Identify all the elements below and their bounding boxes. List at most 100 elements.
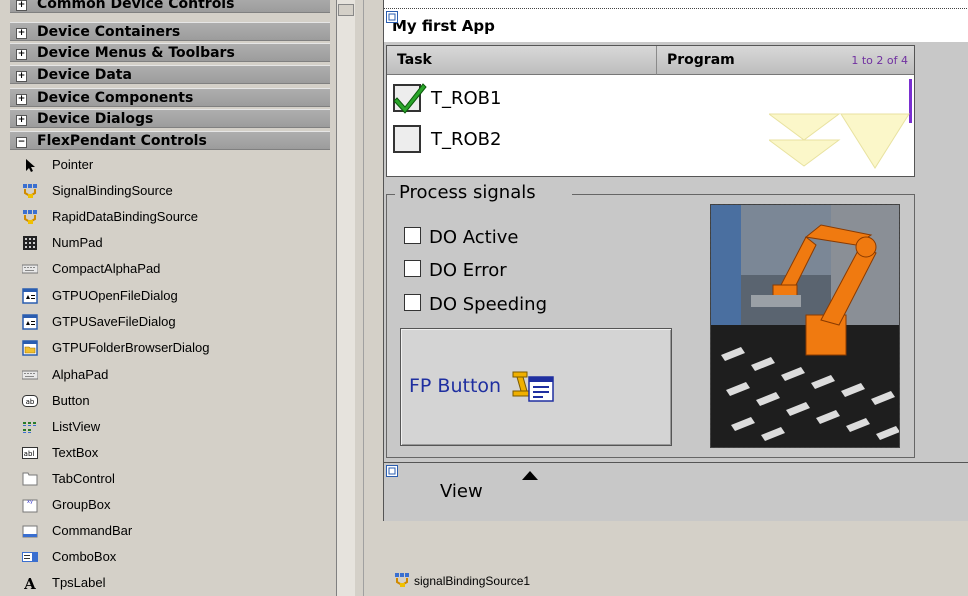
category-label: Device Containers: [37, 24, 181, 40]
toolbox-panel: + Common Device Controls + Device Containe…: [0, 0, 334, 596]
flexpendant-button-icon: [512, 371, 554, 402]
designer-surface: My first App Task Program 1 to 2 of 4 T_…: [364, 0, 968, 596]
item-label: T_ROB2: [431, 129, 502, 150]
toolbox-item-gtpusavefiledialog[interactable]: GTPUSaveFileDialog: [22, 309, 322, 335]
command-bar[interactable]: View: [384, 462, 968, 521]
checkbox-do-active[interactable]: DO Active: [404, 226, 518, 250]
toolbox-item-signalbindingsource[interactable]: SignalBindingSource: [22, 178, 322, 204]
toolbox-item-gtpufolderbrowserdialog[interactable]: GTPUFolderBrowserDialog: [22, 335, 322, 361]
toolbox-item-numpad[interactable]: NumPad: [22, 230, 322, 256]
toolbox-item-tabcontrol[interactable]: TabControl: [22, 466, 322, 492]
tray-component-label: signalBindingSource1: [414, 574, 531, 588]
pointer-icon: [26, 159, 35, 172]
expand-icon[interactable]: +: [16, 115, 27, 126]
category-label: FlexPendant Controls: [37, 133, 207, 149]
task-listview[interactable]: Task Program 1 to 2 of 4 T_ROB1 T_ROB2: [386, 45, 915, 177]
column-header-program[interactable]: Program 1 to 2 of 4: [657, 46, 914, 75]
toolbox-item-listview[interactable]: ListView: [22, 414, 322, 440]
item-label: AlphaPad: [52, 367, 109, 382]
open-file-dialog-icon: [22, 288, 38, 304]
item-label: TpsLabel: [52, 575, 106, 590]
toolbox-item-textbox[interactable]: abl TextBox: [22, 440, 322, 466]
listview-icon: [23, 422, 36, 433]
item-label: ListView: [52, 419, 101, 434]
svg-text:xy: xy: [27, 499, 33, 505]
save-file-dialog-icon: [22, 314, 38, 330]
item-label: TextBox: [52, 445, 99, 460]
rapid-binding-icon: [23, 210, 37, 224]
toolbox-item-groupbox[interactable]: xy GroupBox: [22, 492, 322, 518]
checkbox-box[interactable]: [404, 294, 421, 311]
expand-icon[interactable]: +: [16, 71, 27, 82]
item-label: NumPad: [52, 235, 103, 250]
checkbox-do-error[interactable]: DO Error: [404, 259, 507, 283]
smart-tag-icon[interactable]: [386, 465, 398, 477]
expand-icon[interactable]: +: [16, 94, 27, 105]
toolbox-item-rapiddatabindingsource[interactable]: RapidDataBindingSource: [22, 204, 322, 230]
textbox-icon: abl: [22, 447, 38, 459]
keyboard-icon: [22, 370, 38, 380]
process-signals-groupbox[interactable]: Process signals DO Active DO Error DO Sp…: [386, 182, 915, 458]
category-flexpendant-controls[interactable]: − FlexPendant Controls: [10, 131, 330, 150]
toolbox-item-gtpuopenfiledialog[interactable]: GTPUOpenFileDialog: [22, 283, 322, 309]
header-label: Task: [397, 52, 432, 68]
toolbox-item-tpslabel[interactable]: A TpsLabel: [22, 570, 322, 596]
category-device-dialogs[interactable]: + Device Dialogs: [10, 109, 330, 128]
checkbox-box[interactable]: [404, 260, 421, 277]
label-icon: A: [23, 575, 36, 591]
category-label: Common Device Controls: [37, 0, 235, 12]
robot-image[interactable]: [710, 204, 900, 448]
industrial-robot-picture: [711, 205, 899, 447]
toolbox-item-alphapad[interactable]: AlphaPad: [22, 362, 322, 388]
smart-tag-icon[interactable]: [386, 11, 398, 23]
toolbox-item-commandbar[interactable]: CommandBar: [22, 518, 322, 544]
folder-browser-icon: [22, 340, 38, 356]
toolbox-item-compactalphapad[interactable]: CompactAlphaPad: [22, 256, 322, 282]
component-tray: signalBindingSource1: [364, 538, 968, 596]
item-label: GTPUOpenFileDialog: [52, 288, 178, 303]
commandbar-icon: [22, 525, 38, 538]
toolbox-item-combobox[interactable]: ComboBox: [22, 544, 322, 570]
column-header-task[interactable]: Task: [387, 46, 657, 75]
expand-icon[interactable]: +: [16, 49, 27, 60]
panel-splitter[interactable]: [355, 0, 364, 596]
toolbox-scrollbar[interactable]: [336, 0, 356, 596]
category-device-components[interactable]: + Device Components: [10, 88, 330, 107]
collapse-icon[interactable]: −: [16, 137, 27, 148]
form-title: My first App: [392, 17, 495, 35]
svg-text:ab: ab: [26, 398, 35, 406]
checkbox-unchecked[interactable]: [393, 125, 421, 153]
category-device-data[interactable]: + Device Data: [10, 65, 330, 84]
item-label: GTPUSaveFileDialog: [52, 314, 176, 329]
toolbox-item-button[interactable]: ab Button: [22, 388, 322, 414]
svg-text:abl: abl: [24, 450, 35, 458]
category-common-device-controls[interactable]: + Common Device Controls: [10, 0, 330, 13]
form-title-bar: My first App: [384, 8, 968, 42]
category-device-menus-toolbars[interactable]: + Device Menus & Toolbars: [10, 43, 330, 62]
scrollbar-thumb[interactable]: [338, 4, 354, 16]
checkbox-checked[interactable]: [393, 83, 427, 114]
toolbox-item-pointer[interactable]: Pointer: [22, 152, 322, 178]
expand-icon[interactable]: +: [16, 28, 27, 39]
checkbox-label: DO Speeding: [429, 294, 548, 315]
category-label: Device Menus & Toolbars: [37, 45, 235, 61]
svg-text:A: A: [23, 575, 36, 591]
tray-component[interactable]: signalBindingSource1: [394, 572, 530, 588]
app-form[interactable]: My first App Task Program 1 to 2 of 4 T_…: [383, 0, 968, 521]
menu-up-arrow-icon[interactable]: [522, 471, 538, 480]
expand-icon[interactable]: +: [16, 0, 27, 11]
item-label: T_ROB1: [431, 88, 502, 109]
checkbox-do-speeding[interactable]: DO Speeding: [404, 293, 547, 317]
category-label: Device Dialogs: [37, 111, 154, 127]
category-device-containers[interactable]: + Device Containers: [10, 22, 330, 41]
item-label: ComboBox: [52, 549, 117, 564]
view-menu-label[interactable]: View: [440, 481, 483, 502]
checkbox-box[interactable]: [404, 227, 421, 244]
fp-button[interactable]: FP Button: [400, 328, 672, 446]
checkmark-icon: [393, 83, 427, 114]
item-label: Button: [52, 393, 90, 408]
scroll-down-arrows-icon[interactable]: [769, 110, 911, 172]
item-label: Pointer: [52, 157, 94, 172]
item-label: CompactAlphaPad: [52, 261, 161, 276]
page-info: 1 to 2 of 4: [851, 54, 908, 67]
